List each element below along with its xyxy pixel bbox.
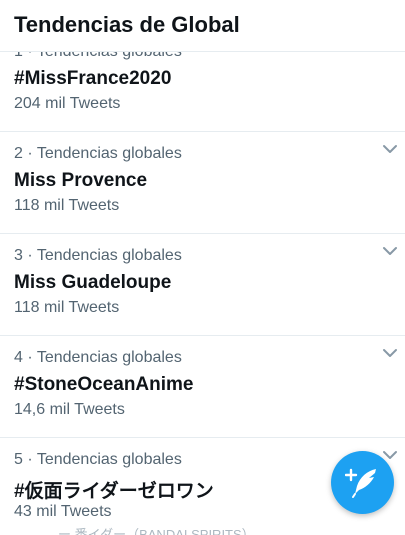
- trend-meta: 4 · Tendencias globales: [14, 349, 182, 366]
- page-header: Tendencias de Global: [0, 0, 405, 52]
- trend-meta: 5 · Tendencias globales: [14, 451, 182, 468]
- trend-count: 43 mil Tweets: [14, 503, 112, 520]
- trend-count: 14,6 mil Tweets: [14, 401, 125, 418]
- chevron-down-icon[interactable]: [381, 347, 399, 361]
- trend-item-3[interactable]: 3 · Tendencias globales Miss Guadeloupe …: [0, 235, 405, 336]
- trend-item-4[interactable]: 4 · Tendencias globales #StoneOceanAnime…: [0, 337, 405, 438]
- compose-tweet-button[interactable]: [331, 451, 394, 514]
- compose-tweet-icon: [345, 468, 376, 498]
- trend-count: 118 mil Tweets: [14, 299, 120, 316]
- trends-list: 1 · Tendencias globales #MissFrance2020 …: [0, 0, 405, 535]
- trend-meta: 2 · Tendencias globales: [14, 145, 182, 162]
- chevron-down-icon[interactable]: [381, 143, 399, 157]
- trend-name: #仮面ライダーゼロワン: [14, 481, 214, 502]
- trend-name: Miss Guadeloupe: [14, 272, 172, 293]
- trend-meta: 3 · Tendencias globales: [14, 247, 182, 264]
- trend-context-peek: ー 番イダー（BANDAI SPIRITS）: [58, 527, 255, 535]
- chevron-down-icon[interactable]: [381, 245, 399, 259]
- trend-count: 204 mil Tweets: [14, 95, 121, 112]
- trend-name: #StoneOceanAnime: [14, 374, 194, 395]
- trend-item-2[interactable]: 2 · Tendencias globales Miss Provence 11…: [0, 133, 405, 234]
- trend-name: Miss Provence: [14, 170, 148, 191]
- trend-name: #MissFrance2020: [14, 68, 172, 89]
- trend-count: 118 mil Tweets: [14, 197, 120, 214]
- page-title: Tendencias de Global: [14, 12, 240, 37]
